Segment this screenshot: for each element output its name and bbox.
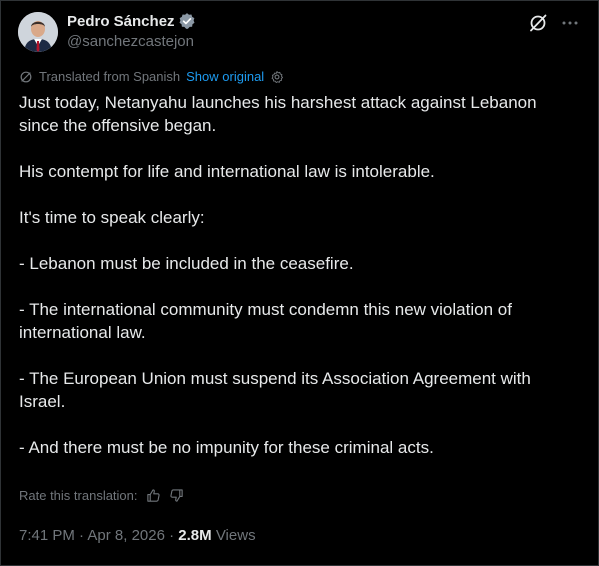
post-paragraph-6: - The European Union must suspend its As… xyxy=(19,369,531,411)
author-handle[interactable]: @sanchezcastejon xyxy=(67,33,194,50)
rate-translation: Rate this translation: xyxy=(19,488,184,503)
post-meta: 7:41 PM · Apr 8, 2026 · 2.8M Views xyxy=(19,527,256,544)
show-original-link[interactable]: Show original xyxy=(186,69,264,84)
meta-separator: · xyxy=(169,527,175,544)
post-text: Just today, Netanyahu launches his harsh… xyxy=(19,91,579,482)
thumbs-up-icon[interactable] xyxy=(146,488,161,503)
post-paragraph-4: - Lebanon must be included in the ceasef… xyxy=(19,254,354,273)
views-label: Views xyxy=(215,527,256,544)
grok-icon[interactable] xyxy=(528,13,548,33)
gear-icon[interactable] xyxy=(270,70,284,84)
post-container: Pedro Sánchez @sanchezcastejon Translate… xyxy=(0,0,599,566)
thumbs-down-icon[interactable] xyxy=(169,488,184,503)
post-paragraph-2: His contempt for life and international … xyxy=(19,162,435,181)
avatar-image xyxy=(18,12,58,52)
post-time[interactable]: 7:41 PM xyxy=(19,527,75,544)
top-actions xyxy=(528,13,580,33)
post-paragraph-3: It's time to speak clearly: xyxy=(19,208,205,227)
post-date[interactable]: Apr 8, 2026 xyxy=(87,527,165,544)
meta-separator: · xyxy=(79,527,85,544)
translated-label: Translated from Spanish xyxy=(39,69,181,84)
post-paragraph-1: Just today, Netanyahu launches his harsh… xyxy=(19,93,537,135)
post-paragraph-5: - The international community must conde… xyxy=(19,300,512,342)
translate-icon xyxy=(20,71,32,82)
avatar[interactable] xyxy=(18,12,58,52)
translation-bar: Translated from Spanish Show original xyxy=(19,69,284,84)
author-name-row: Pedro Sánchez xyxy=(67,12,196,30)
author-name[interactable]: Pedro Sánchez xyxy=(67,13,175,30)
views-count[interactable]: 2.8M xyxy=(178,527,211,544)
verified-badge-icon xyxy=(179,13,195,29)
post-paragraph-7: - And there must be no impunity for thes… xyxy=(19,438,434,457)
rate-translation-label: Rate this translation: xyxy=(19,488,138,503)
more-icon[interactable] xyxy=(560,13,580,33)
